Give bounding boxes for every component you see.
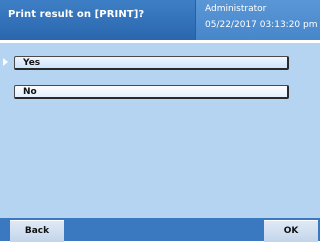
option-yes-button[interactable]: Yes xyxy=(14,56,289,70)
selection-arrow-icon xyxy=(3,58,8,66)
option-no-button[interactable]: No xyxy=(14,85,289,99)
header-bar: Print result on [PRINT]? Administrator 0… xyxy=(0,0,320,40)
date-time: 05/22/2017 03:13:20 pm xyxy=(205,20,318,30)
user-info-panel: Administrator 05/22/2017 03:13:20 pm xyxy=(195,0,320,40)
ok-button[interactable]: OK xyxy=(264,220,318,242)
options-panel: Yes No xyxy=(0,43,320,218)
page-title: Print result on [PRINT]? xyxy=(8,9,145,20)
back-button[interactable]: Back xyxy=(10,220,64,242)
print-confirm-screen: Print result on [PRINT]? Administrator 0… xyxy=(0,0,320,242)
user-name: Administrator xyxy=(205,4,267,14)
